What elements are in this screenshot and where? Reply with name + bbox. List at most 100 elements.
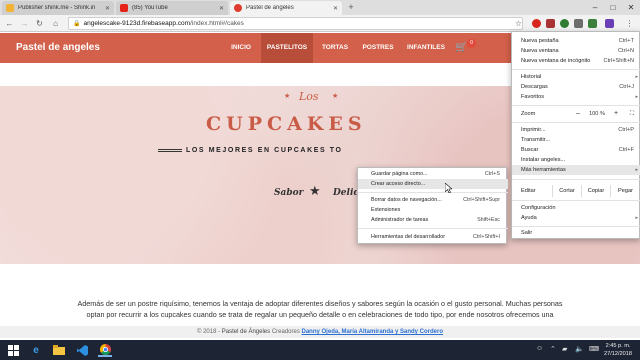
submenu-item-devtools[interactable]: Herramientas del desarrollador Ctrl+Shift… [358,232,508,242]
new-tab-icon[interactable]: + [346,2,356,12]
address-bar[interactable]: 🔒 angelescake-9123d.firebaseapp.com /ind… [68,17,523,30]
menu-item-label: Nueva pestaña [521,38,559,44]
menu-item-settings[interactable]: Configuración [512,203,640,213]
maximize-icon[interactable]: □ [604,0,622,15]
tab-pastel-de-angeles[interactable]: Pastel de angeles ✕ [230,1,342,15]
opera-extension-icon[interactable] [532,19,541,28]
menu-item-label: Favoritos [521,94,545,100]
menu-shortcut: Ctrl+S [484,171,500,177]
evernote-extension-icon[interactable] [560,19,569,28]
menu-shortcut: Ctrl+P [618,127,634,133]
site-brand[interactable]: Pastel de angeles [16,42,100,53]
clock-time: 2:45 p. m. [605,343,631,349]
nav-infantiles[interactable]: INFANTILES [403,33,449,63]
menu-separator [512,226,640,227]
menu-item-label: Transmitir... [521,137,551,143]
windows-start-icon[interactable] [6,343,20,357]
show-hidden-icons[interactable]: ⌃ [550,345,556,353]
reload-icon[interactable]: ↻ [34,18,45,29]
close-icon[interactable]: ✕ [219,5,224,12]
internet-explorer-icon[interactable]: e [29,343,43,357]
menu-item-label: Nueva ventana [521,48,559,54]
extension-icon[interactable] [574,19,583,28]
menu-item-label: Borrar datos de navegación... [371,197,442,203]
taskbar-clock[interactable]: 2:45 p. m. 27/12/2018 [600,342,636,358]
submenu-item-task-manager[interactable]: Administrador de tareas Shift+Esc [358,215,508,225]
menu-item-new-tab[interactable]: Nueva pestaña Ctrl+T [512,36,640,46]
volume-icon[interactable]: 🔈 [575,345,584,353]
tab-title: (85) YouTube [132,5,168,11]
menu-shortcut: Ctrl+Shift+Supr [463,197,500,203]
submenu-item-save-page[interactable]: Guardar página como... Ctrl+S [358,169,508,179]
network-icon[interactable]: ▰ [562,345,567,353]
zoom-in-button[interactable]: + [610,109,622,119]
footer-creators-label: Creadores [270,329,302,335]
intro-line-1: Además de ser un postre riquísimo, tenem… [77,299,563,308]
site-favicon-icon [234,4,242,12]
bookmark-star-icon[interactable]: ☆ [513,18,524,29]
chrome-menu-icon[interactable]: ⋮ [624,18,635,29]
menu-item-new-window[interactable]: Nueva ventana Ctrl+N [512,46,640,56]
submenu-item-create-shortcut[interactable]: Crear acceso directo... [358,179,508,189]
menu-item-label: Descargas [521,84,548,90]
minimize-icon[interactable]: – [586,0,604,15]
shink-favicon-icon [6,4,14,12]
shopping-cart-icon[interactable]: 🛒 [455,42,467,53]
menu-item-more-tools[interactable]: Más herramientas ▸ [512,165,640,175]
youtube-favicon-icon [120,4,128,12]
clock-date: 27/12/2018 [604,351,632,357]
menu-item-install[interactable]: Instalar angeles... [512,155,640,165]
file-explorer-icon[interactable] [52,343,66,357]
menu-shortcut: Ctrl+J [619,84,634,90]
tab-title: Pastel de angeles [246,5,294,11]
footer-copyright: © 2018 - [197,329,222,335]
submenu-arrow-icon: ▸ [635,74,638,80]
zoom-level: 100 % [589,111,605,117]
menu-item-downloads[interactable]: Descargas Ctrl+J [512,82,640,92]
copy-button[interactable]: Copiar [581,185,610,197]
tab-shink[interactable]: Publisher shink.me - Shink.in ✕ [2,1,114,15]
menu-item-history[interactable]: Historial ▸ [512,72,640,82]
url-host: angelescake-9123d.firebaseapp.com [83,20,191,27]
forward-icon[interactable]: → [19,18,30,29]
nav-tortas[interactable]: TORTAS [317,33,353,63]
menu-shortcut: Ctrl+N [617,48,634,54]
menu-item-label: Administrador de tareas [371,217,429,223]
menu-item-exit[interactable]: Salir [512,228,640,238]
menu-shortcut: Shift+Esc [477,217,500,223]
fullscreen-icon[interactable]: ⛶ [626,109,638,119]
menu-item-print[interactable]: Imprimir... Ctrl+P [512,125,640,135]
vscode-icon[interactable] [75,343,89,357]
menu-item-label: Instalar angeles... [521,157,566,163]
menu-item-find[interactable]: Buscar Ctrl+F [512,145,640,155]
home-icon[interactable]: ⌂ [50,18,61,29]
extension-icon[interactable] [588,19,597,28]
extension-icon[interactable] [546,19,555,28]
extension-icon[interactable] [605,19,614,28]
window-close-icon[interactable]: ✕ [622,0,640,15]
close-icon[interactable]: ✕ [105,5,110,12]
people-icon[interactable]: ☺ [536,345,543,352]
menu-item-help[interactable]: Ayuda ▸ [512,213,640,223]
menu-item-cast[interactable]: Transmitir... [512,135,640,145]
nav-postres[interactable]: POSTRES [357,33,399,63]
menu-item-bookmarks[interactable]: Favoritos ▸ [512,92,640,102]
footer-creators-link[interactable]: Danny Ojeda, María Altamiranda y Sandy C… [302,329,443,335]
nav-inicio[interactable]: INICIO [224,33,258,63]
close-icon[interactable]: ✕ [333,5,338,12]
submenu-item-clear-data[interactable]: Borrar datos de navegación... Ctrl+Shift+… [358,195,508,205]
zoom-out-button[interactable]: – [572,109,584,119]
menu-item-incognito[interactable]: Nueva ventana de incógnito Ctrl+Shift+N [512,56,640,66]
menu-item-label: Nueva ventana de incógnito [521,58,591,64]
language-icon[interactable]: ⌨ [589,345,599,353]
back-icon[interactable]: ← [4,18,15,29]
chrome-icon[interactable] [98,343,112,357]
menu-item-label: Configuración [521,205,556,211]
paste-button[interactable]: Pegar [610,185,640,197]
nav-pastelitos[interactable]: PASTELITOS [261,33,313,63]
tab-youtube[interactable]: (85) YouTube ✕ [116,1,228,15]
lock-icon: 🔒 [73,21,81,27]
cut-button[interactable]: Cortar [552,185,581,197]
submenu-arrow-icon: ▸ [635,215,638,221]
submenu-item-extensions[interactable]: Extensiones [358,205,508,215]
